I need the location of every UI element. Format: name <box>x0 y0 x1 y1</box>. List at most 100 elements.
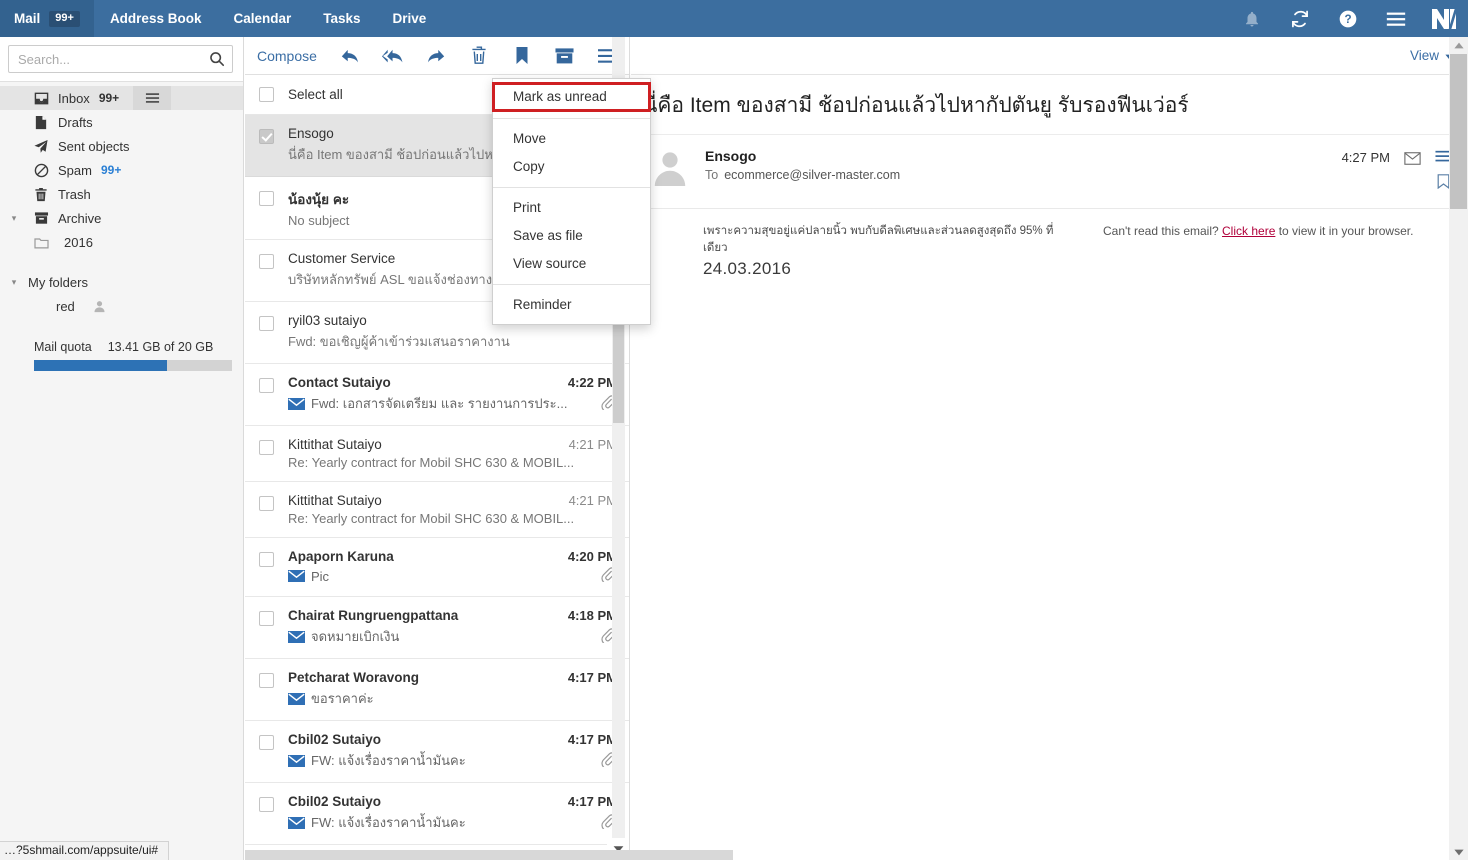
mail-item-subject: Re: Yearly contract for Mobil SHC 630 & … <box>288 455 575 470</box>
mail-item-checkbox[interactable] <box>259 673 274 688</box>
mail-item-checkbox[interactable] <box>259 440 274 455</box>
help-icon[interactable]: ? <box>1324 0 1372 37</box>
forward-icon[interactable] <box>415 37 458 75</box>
context-menu-separator <box>493 118 650 119</box>
nav-tasks-label: Tasks <box>323 11 361 26</box>
mail-item-checkbox[interactable] <box>259 797 274 812</box>
mail-item-top-row: Kittithat Sutaiyo 4:21 PM <box>288 493 617 508</box>
mail-item-body: Contact Sutaiyo 4:22 PM Fwd: เอกสารจัดเตรี… <box>288 375 617 414</box>
archive-twisty-icon[interactable]: ▾ <box>0 213 28 224</box>
mail-list-item[interactable]: Chairat Rungruengpattana 4:18 PM จดหมายเบิ… <box>245 597 629 659</box>
reply-all-icon[interactable] <box>372 37 415 75</box>
email-body-inner: เพราะความสุขอยู่แค่ปลายนิ้ว พบกับดีลพิเศ… <box>631 223 1468 279</box>
sidebar-item-spam[interactable]: Spam 99+ <box>0 158 243 182</box>
delete-icon[interactable] <box>458 37 501 75</box>
mail-list-item[interactable]: Apaporn Karuna 4:20 PM Pic <box>245 538 629 597</box>
select-all-checkbox[interactable] <box>259 87 274 102</box>
search-box[interactable] <box>8 45 233 73</box>
sidebar-item-spam-label: Spam <box>58 162 92 178</box>
context-menu-item-copy[interactable]: Copy <box>493 153 650 181</box>
unread-envelope-icon <box>288 754 305 767</box>
mail-item-top-row: Cbil02 Sutaiyo 4:17 PM <box>288 794 617 809</box>
sidebar-item-inbox[interactable]: Inbox 99+ <box>0 86 243 110</box>
inbox-folder-menu-icon[interactable] <box>133 86 172 110</box>
unread-envelope-icon <box>288 692 305 705</box>
refresh-icon[interactable] <box>1276 0 1324 37</box>
mail-item-body: Kittithat Sutaiyo 4:21 PM Re: Yearly contr… <box>288 493 617 526</box>
flag-icon[interactable] <box>500 37 543 75</box>
nav-item-drive[interactable]: Drive <box>377 0 443 37</box>
spam-count-badge: 99+ <box>100 163 122 177</box>
trash-icon <box>28 187 54 202</box>
mail-item-checkbox[interactable] <box>259 129 274 144</box>
context-menu-item-mark-as-unread[interactable]: Mark as unread <box>492 82 651 112</box>
nav-item-calendar[interactable]: Calendar <box>217 0 307 37</box>
nav-address-book-label: Address Book <box>109 11 202 26</box>
context-menu-item-move[interactable]: Move <box>493 125 650 153</box>
search-area <box>0 37 243 82</box>
detail-scroll-up-button[interactable] <box>1449 37 1468 53</box>
mailmaster-logo-icon[interactable] <box>1420 0 1468 37</box>
context-menu-item-save-as-file[interactable]: Save as file <box>493 222 650 250</box>
sidebar-item-sent-objects[interactable]: Sent objects <box>0 134 243 158</box>
mail-list-item[interactable]: Cbil02 Sutaiyo 4:17 PM FW: แจ้งเรื่องราคาน… <box>245 783 629 845</box>
mail-item-checkbox[interactable] <box>259 191 274 206</box>
mail-item-subject-row: Fwd: ขอเชิญผู้ค้าเข้าร่วมเสนอราคางาน <box>288 331 617 352</box>
mail-item-checkbox[interactable] <box>259 378 274 393</box>
mail-item-sender: Kittithat Sutaiyo <box>288 493 382 508</box>
mail-item-subject: จดหมายเบิกเงิน <box>311 629 400 644</box>
sidebar-item-my-folders[interactable]: ▾ My folders <box>0 270 243 294</box>
my-folders-section: ▾ My folders red <box>0 270 243 318</box>
search-icon[interactable] <box>209 51 225 72</box>
mail-item-checkbox[interactable] <box>259 552 274 567</box>
reply-icon[interactable] <box>329 37 372 75</box>
click-here-link[interactable]: Click here <box>1222 224 1275 238</box>
sidebar-item-trash[interactable]: Trash <box>0 182 243 206</box>
email-promo-block: เพราะความสุขอยู่แค่ปลายนิ้ว พบกับดีลพิเศ… <box>703 223 1063 279</box>
detail-scroll-down-button[interactable] <box>1449 844 1468 860</box>
nav-item-address-book[interactable]: Address Book <box>94 0 218 37</box>
detail-scrollbar-thumb[interactable] <box>1450 54 1467 209</box>
sidebar-item-red[interactable]: red <box>0 294 243 318</box>
mail-item-checkbox[interactable] <box>259 735 274 750</box>
mail-item-time: 4:17 PM <box>567 670 617 685</box>
svg-text:?: ? <box>1344 13 1351 26</box>
archive-icon[interactable] <box>543 37 586 75</box>
notifications-bell-icon[interactable] <box>1228 0 1276 37</box>
mail-list-item[interactable]: Contact Sutaiyo 4:22 PM Fwd: เอกสารจัดเตรี… <box>245 364 629 426</box>
sidebar-item-drafts[interactable]: Drafts <box>0 110 243 134</box>
mail-item-checkbox[interactable] <box>259 254 274 269</box>
nav-mail-label: Mail <box>14 11 41 26</box>
context-menu-item-reminder[interactable]: Reminder <box>493 291 650 319</box>
compose-button[interactable]: Compose <box>245 48 329 64</box>
mail-list-item[interactable]: Kittithat Sutaiyo 4:21 PM Re: Yearly contr… <box>245 426 629 482</box>
mail-item-checkbox[interactable] <box>259 316 274 331</box>
menu-icon[interactable] <box>1372 0 1420 37</box>
mail-item-time: 4:18 PM <box>567 608 617 623</box>
detail-view-bar: View <box>631 37 1468 75</box>
mail-item-checkbox[interactable] <box>259 496 274 511</box>
mail-item-checkbox[interactable] <box>259 611 274 626</box>
context-menu-item-print[interactable]: Print <box>493 194 650 222</box>
nav-calendar-label: Calendar <box>233 11 292 26</box>
nav-item-mail[interactable]: Mail 99+ <box>0 0 94 37</box>
sidebar-item-archive-2016[interactable]: 2016 <box>0 230 243 254</box>
mail-list-item[interactable]: Petcharat Woravong 4:17 PM ขอราคาค่ะ <box>245 659 629 721</box>
mail-item-subject: Fwd: ขอเชิญผู้ค้าเข้าร่วมเสนอราคางาน <box>288 334 510 349</box>
search-input[interactable] <box>9 46 232 72</box>
sidebar-item-archive[interactable]: ▾ Archive <box>0 206 243 230</box>
mail-list-item[interactable]: Cbil02 Sutaiyo 4:17 PM FW: แจ้งเรื่องราคาน… <box>245 721 629 783</box>
email-body: เพราะความสุขอยู่แค่ปลายนิ้ว พบกับดีลพิเศ… <box>631 209 1468 729</box>
mail-item-subject-row: FW: แจ้งเรื่องราคาน้ำมันคะ <box>288 750 617 771</box>
mark-unread-envelope-icon[interactable] <box>1404 150 1421 170</box>
context-menu[interactable]: Mark as unread Move Copy Print Save as file V… <box>492 78 651 325</box>
nav-item-tasks[interactable]: Tasks <box>307 0 376 37</box>
my-folders-twisty-icon[interactable]: ▾ <box>0 277 28 288</box>
detail-scrollbar[interactable] <box>1449 37 1468 860</box>
drafts-icon <box>28 115 54 130</box>
mail-quota-value: 13.41 GB of 20 GB <box>107 340 214 354</box>
view-dropdown-button[interactable]: View <box>1410 48 1454 63</box>
unread-envelope-icon <box>288 570 305 582</box>
context-menu-item-view-source[interactable]: View source <box>493 250 650 278</box>
mail-list-item[interactable]: Kittithat Sutaiyo 4:21 PM Re: Yearly contr… <box>245 482 629 538</box>
